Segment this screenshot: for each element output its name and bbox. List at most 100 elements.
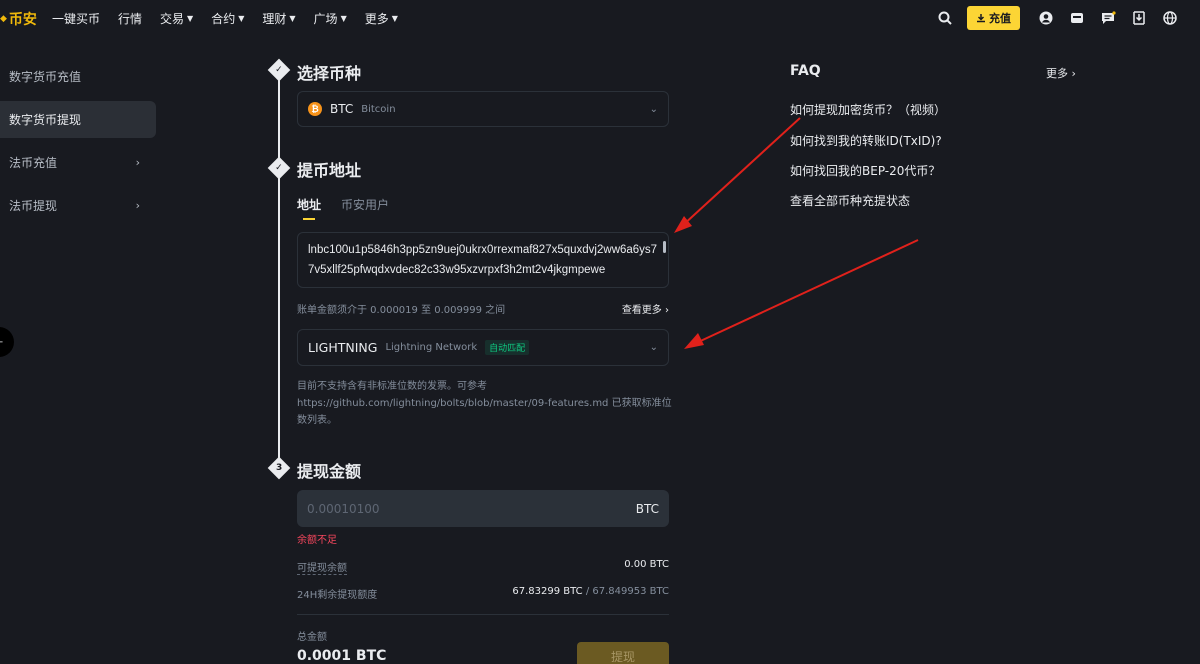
address-input[interactable]: lnbc100u1p5846h3pp5zn9uej0ukrx0rrexmaf82…	[297, 232, 669, 288]
faq-item-recover-bep20[interactable]: 如何找回我的BEP-20代币？	[790, 162, 940, 179]
sidebar-item-label: 法币提现	[9, 199, 58, 213]
brand-name: 币安	[8, 12, 37, 28]
nav-label: 广场	[313, 12, 338, 26]
sidebar-item-label: 数字货币提现	[9, 113, 82, 127]
nav-item-trade[interactable]: 交易 ▼	[160, 10, 193, 27]
step-complete-icon: ✓	[267, 58, 291, 82]
nav-label: 更多	[364, 12, 389, 26]
step-title-coin: 选择币种	[297, 64, 362, 83]
remaining-limit-value: 67.83299 BTC / 67.849953 BTC	[512, 586, 669, 601]
total-limit: / 67.849953 BTC	[585, 586, 669, 597]
available-balance-row: 可提现余额 0.00 BTC	[297, 559, 669, 575]
sidebar-item-label: 法币充值	[9, 156, 58, 170]
faq-title: FAQ	[790, 63, 821, 79]
total-amount-label: 总金额	[297, 632, 327, 643]
faq-item-find-txid[interactable]: 如何找到我的转账ID(TxID)?	[790, 132, 942, 149]
nav-label: 交易	[160, 12, 185, 26]
annotation-arrow	[684, 239, 919, 349]
deposit-label: 充值	[989, 12, 1011, 25]
available-balance-value: 0.00 BTC	[624, 559, 669, 570]
sidebar-item-fiat-withdraw[interactable]: 法币提现 ›	[0, 187, 156, 224]
coin-name: Bitcoin	[361, 103, 396, 115]
nav-label: 理财	[262, 12, 287, 26]
note-line: 目前不支持含有非标准位数的发票。可参考	[297, 381, 487, 392]
view-more-label: 查看更多	[621, 305, 662, 316]
nav-item-futures[interactable]: 合约 ▼	[211, 10, 244, 27]
nav-item-buy-crypto[interactable]: 一键买币	[52, 10, 100, 27]
nav-item-more[interactable]: 更多 ▼	[365, 10, 398, 27]
step-number-icon: 3	[267, 456, 291, 480]
step-complete-icon: ✓	[267, 156, 291, 180]
top-actions: 充值	[924, 6, 1180, 30]
step-title-address: 提币地址	[297, 161, 362, 180]
nav-item-markets[interactable]: 行情	[118, 10, 142, 27]
amount-input[interactable]: 0.00010100 BTC	[297, 490, 669, 527]
nav-item-square[interactable]: 广场 ▼	[314, 10, 347, 27]
bitcoin-icon: ₿	[308, 102, 322, 116]
chevron-down-icon: ▼	[340, 14, 347, 23]
nav-label: 一键买币	[52, 12, 101, 26]
insufficient-balance-error: 余额不足	[297, 535, 337, 546]
tab-binance-user[interactable]: 币安用户	[341, 196, 389, 220]
view-more-link[interactable]: 查看更多 ›	[622, 301, 669, 316]
network-name: Lightning Network	[385, 342, 478, 353]
address-tabs: 地址 币安用户	[297, 196, 389, 220]
message-icon[interactable]	[1098, 8, 1118, 28]
chevron-right-icon: ›	[135, 199, 140, 212]
collapse-sidebar-button[interactable]: ←	[0, 327, 14, 357]
sidebar-item-label: 数字货币充值	[9, 70, 82, 84]
available-balance-label[interactable]: 可提现余额	[297, 559, 347, 575]
download-icon	[977, 14, 985, 23]
remaining-limit-label: 24H剩余提现额度	[297, 590, 378, 601]
chevron-down-icon: ⌄	[649, 103, 658, 115]
remaining-limit-row: 24H剩余提现额度 67.83299 BTC / 67.849953 BTC	[297, 586, 669, 601]
coin-symbol: BTC	[330, 102, 354, 116]
sidebar-item-fiat-deposit[interactable]: 法币充值 ›	[0, 144, 156, 181]
tab-address[interactable]: 地址	[297, 196, 321, 220]
search-icon[interactable]	[935, 8, 955, 28]
remaining-amount: 67.83299 BTC	[512, 586, 583, 597]
divider	[297, 614, 669, 615]
wallet-icon[interactable]	[1067, 8, 1087, 28]
faq-item-withdraw-video[interactable]: 如何提现加密货币？（视频）	[790, 101, 946, 118]
invoice-note: 目前不支持含有非标准位数的发票。可参考 https://github.com/l…	[297, 378, 672, 429]
coin-select[interactable]: ₿ BTC Bitcoin ⌄	[297, 91, 669, 127]
nav-label: 行情	[118, 12, 143, 26]
account-icon[interactable]	[1036, 8, 1056, 28]
amount-range-hint: 账单金额须介于 0.000019 至 0.009999 之间	[297, 305, 506, 316]
address-value: lnbc100u1p5846h3pp5zn9uej0ukrx0rrexmaf82…	[308, 244, 658, 276]
amount-unit: BTC	[635, 501, 659, 516]
network-select[interactable]: LIGHTNING Lightning Network 自动匹配 ⌄	[297, 329, 669, 366]
nav-label: 合约	[211, 12, 236, 26]
step-timeline	[278, 70, 280, 470]
arrow-left-icon: ←	[0, 337, 3, 348]
step-title-amount: 提现金额	[297, 462, 362, 481]
network-code: LIGHTNING	[308, 340, 378, 355]
chevron-down-icon: ▼	[391, 14, 398, 23]
top-navigation: ◆ 币安 一键买币 行情 交易 ▼ 合约 ▼ 理财 ▼ 广场 ▼ 更多 ▼ 充值	[0, 0, 1200, 36]
download-app-icon[interactable]	[1129, 8, 1149, 28]
annotation-arrow	[674, 117, 801, 233]
scrollbar[interactable]	[663, 241, 666, 253]
chevron-down-icon: ▼	[238, 14, 245, 23]
withdraw-button[interactable]: 提现	[577, 642, 669, 664]
chevron-down-icon: ⌄	[649, 342, 658, 353]
chevron-right-icon: ›	[135, 156, 140, 169]
sidebar-item-crypto-withdraw[interactable]: 数字货币提现	[0, 101, 156, 138]
amount-placeholder: 0.00010100	[307, 501, 380, 516]
logo-icon: ◆	[0, 14, 7, 24]
brand-logo[interactable]: ◆ 币安	[0, 9, 37, 29]
note-link-line: https://github.com/lightning/bolts/blob/…	[297, 398, 672, 426]
faq-more-label: 更多	[1046, 67, 1068, 80]
deposit-button[interactable]: 充值	[967, 6, 1020, 30]
nav-item-earn[interactable]: 理财 ▼	[262, 10, 295, 27]
total-amount-value: 0.0001 BTC	[297, 648, 387, 664]
auto-match-badge: 自动匹配	[485, 340, 530, 355]
amount-hint-row: 账单金额须介于 0.000019 至 0.009999 之间 查看更多 ›	[297, 301, 669, 316]
faq-item-deposit-status[interactable]: 查看全部币种充提状态	[790, 192, 910, 209]
faq-more-link[interactable]: 更多 ›	[1046, 65, 1076, 81]
globe-icon[interactable]	[1160, 8, 1180, 28]
sidebar-item-crypto-deposit[interactable]: 数字货币充值	[0, 58, 156, 95]
main-nav: 一键买币 行情 交易 ▼ 合约 ▼ 理财 ▼ 广场 ▼ 更多 ▼	[52, 10, 416, 27]
withdraw-label: 提现	[610, 650, 635, 664]
